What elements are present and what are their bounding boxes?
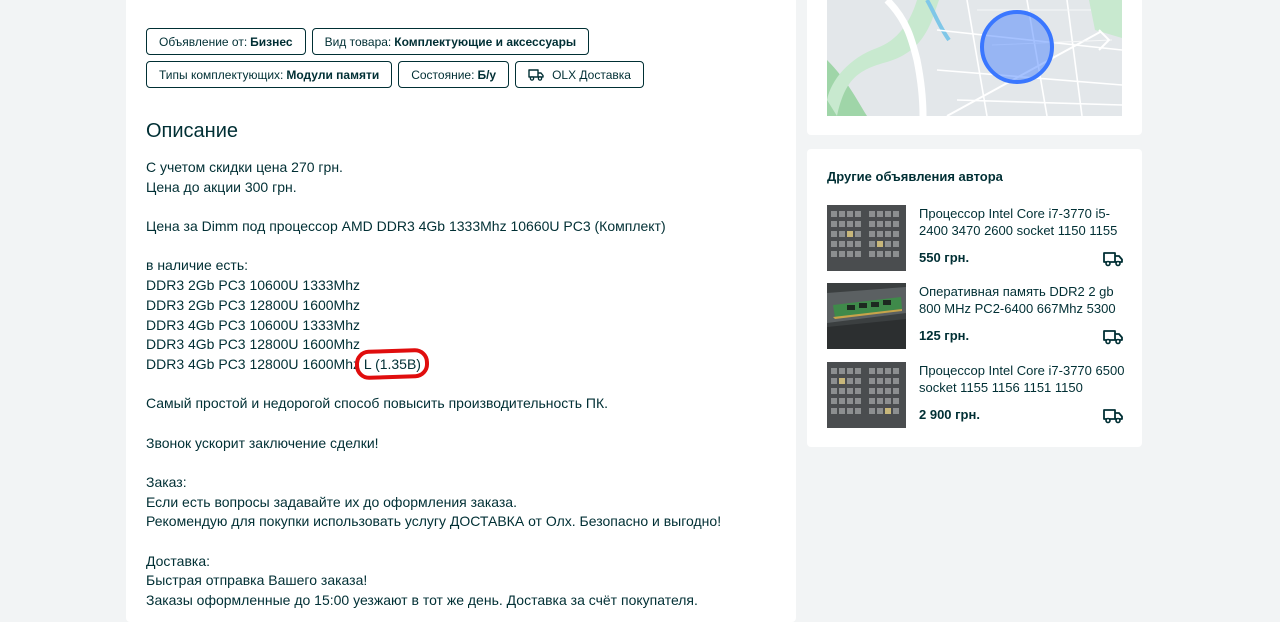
tags-row-2: Типы комплектующих: Модули памяти Состоян… (146, 61, 786, 88)
tag-label: Объявление от: (159, 34, 248, 49)
tag-value: Модули памяти (286, 67, 380, 82)
description-line (146, 453, 776, 473)
truck-icon (528, 68, 544, 81)
tag-product-type[interactable]: Вид товара: Комплектующие и аксессуары (311, 28, 590, 55)
tag-label: Типы комплектующих: (159, 67, 284, 82)
tag-component-type[interactable]: Типы комплектующих: Модули памяти (146, 61, 393, 88)
tag-label: Вид товара: (324, 34, 392, 49)
description-line: в наличие есть: (146, 257, 249, 274)
author-ad-item[interactable]: Оперативная память DDR2 2 gb 800 MHz PC2… (827, 283, 1123, 349)
description-line: DDR3 4Gb PC3 12800U 1600Mhz (146, 336, 361, 353)
tag-value: Комплектующие и аксессуары (394, 34, 577, 49)
description-title: Описание (146, 120, 239, 142)
description-line: С учетом скидки цена 270 грн. (146, 159, 343, 175)
author-ads-title: Другие объявления автора (827, 169, 1003, 184)
tags-row-1: Объявление от: Бизнес Вид товара: Комплект… (146, 28, 786, 55)
cpu-tray-photo (827, 362, 906, 428)
tag-value: Б/у (477, 67, 497, 82)
description-line: DDR3 2Gb PC3 10600U 1333Mhz (146, 277, 361, 294)
description-line: Быстрая отправка Вашего заказа! (146, 572, 368, 589)
tag-label: Состояние: (411, 67, 475, 82)
tag-condition[interactable]: Состояние: Б/у (398, 61, 510, 88)
tag-value: Бизнес (250, 34, 293, 49)
tag-seller-type[interactable]: Объявление от: Бизнес (146, 28, 306, 55)
params-tags: Объявление от: Бизнес Вид товара: Комплект… (146, 28, 786, 94)
description-line (146, 375, 776, 395)
ad-price: 125 грн. (919, 328, 970, 343)
map-graphic (827, 0, 1122, 116)
location-card (807, 0, 1142, 135)
description-line: DDR3 2Gb PC3 12800U 1600Mhz (146, 296, 361, 313)
truck-icon (1103, 251, 1123, 267)
tag-label: OLX Доставка (552, 67, 631, 82)
ad-details-card: Объявление от: Бизнес Вид товара: Комплект… (126, 0, 796, 622)
cpu-tray-photo (827, 205, 906, 271)
description-line: Рекомендую для покупки использовать услу… (146, 513, 722, 530)
description-line (146, 197, 776, 217)
description-line: Заказ: (146, 474, 187, 490)
truck-icon (1103, 408, 1123, 424)
ad-title[interactable]: Оперативная память DDR2 2 gb 800 MHz PC2… (919, 283, 1125, 317)
description-line: Доставка: (146, 552, 211, 569)
ad-title[interactable]: Процессор Intel Core i7-3770 6500 socket… (919, 362, 1125, 396)
description-line: Звонок ускорит заключение сделки! (146, 434, 379, 451)
description-text: С учетом скидки цена 270 грн. Цена до ак… (146, 158, 776, 611)
description-line: DDR3 4Gb PC3 10600U 1333Mhz (146, 316, 361, 333)
description-line: Если есть вопросы задавайте их до оформл… (146, 493, 517, 510)
line-prefix: DDR3 4Gb PC3 12800U 1600Mhz (146, 355, 364, 372)
ad-price: 550 грн. (919, 250, 970, 265)
description-line: Заказы оформленные до 15:00 уезжают в то… (146, 592, 698, 609)
description-line (146, 414, 776, 434)
author-ad-item[interactable]: Процессор Intel Core i7-3770 i5-2400 347… (827, 205, 1123, 271)
description-line: Цена до акции 300 грн. (146, 178, 297, 195)
author-ads-card: Другие объявления автора Процессор Intel… (807, 149, 1142, 447)
location-map[interactable] (827, 0, 1122, 116)
description-line-circled: DDR3 4Gb PC3 12800U 1600Mhz L (1.35В) (146, 347, 776, 381)
description-line (146, 237, 776, 257)
ad-price: 2 900 грн. (919, 407, 980, 422)
description-line: Цена за Dimm под процессор AMD DDR3 4Gb … (146, 218, 666, 235)
description-line: Самый простой и недорогой способ повысит… (146, 395, 608, 412)
description-line (146, 532, 776, 552)
ram-module-photo (827, 283, 906, 349)
truck-icon (1103, 329, 1123, 345)
circled-annotation: L (1.35В) (354, 347, 430, 381)
red-circle-annotation (354, 347, 430, 381)
author-ad-item[interactable]: Процессор Intel Core i7-3770 6500 socket… (827, 362, 1125, 428)
ad-title[interactable]: Процессор Intel Core i7-3770 i5-2400 347… (919, 205, 1125, 239)
tag-olx-delivery[interactable]: OLX Доставка (515, 61, 644, 88)
